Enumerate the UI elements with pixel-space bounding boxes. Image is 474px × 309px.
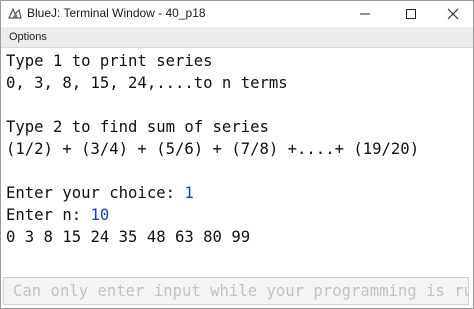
n-value: 10: [90, 206, 110, 224]
terminal-output: Type 1 to print series 0, 3, 8, 15, 24,.…: [1, 48, 473, 274]
minimize-button[interactable]: [345, 1, 385, 27]
output-line: Type 1 to print series: [6, 52, 213, 70]
output-line-n: Enter n: 10: [6, 204, 109, 226]
choice-prompt: Enter your choice:: [6, 184, 185, 202]
choice-value: 1: [184, 184, 194, 202]
output-line: Type 2 to find sum of series: [6, 118, 269, 136]
menu-bar: Options: [1, 27, 473, 48]
bluej-bird-icon: [7, 6, 23, 22]
output-line: 0 3 8 15 24 35 48 63 80 99: [6, 228, 251, 246]
close-button[interactable]: [433, 1, 473, 27]
menu-options[interactable]: Options: [9, 31, 47, 43]
maximize-icon: [406, 9, 416, 19]
output-line: (1/2) + (3/4) + (5/6) + (7/8) +....+ (19…: [6, 140, 420, 158]
output-line: 0, 3, 8, 15, 24,....to n terms: [6, 74, 288, 92]
minimize-icon: [360, 13, 370, 15]
maximize-button[interactable]: [391, 1, 431, 27]
close-icon: [447, 8, 459, 20]
title-bar[interactable]: BlueJ: Terminal Window - 40_p18: [1, 1, 473, 27]
window-title: BlueJ: Terminal Window - 40_p18: [27, 6, 206, 20]
terminal-window: BlueJ: Terminal Window - 40_p18 Options …: [0, 0, 474, 309]
n-prompt: Enter n:: [6, 206, 91, 224]
terminal-input[interactable]: [4, 278, 468, 304]
output-line-choice: Enter your choice: 1: [6, 182, 194, 204]
terminal-input-box[interactable]: [3, 277, 469, 305]
